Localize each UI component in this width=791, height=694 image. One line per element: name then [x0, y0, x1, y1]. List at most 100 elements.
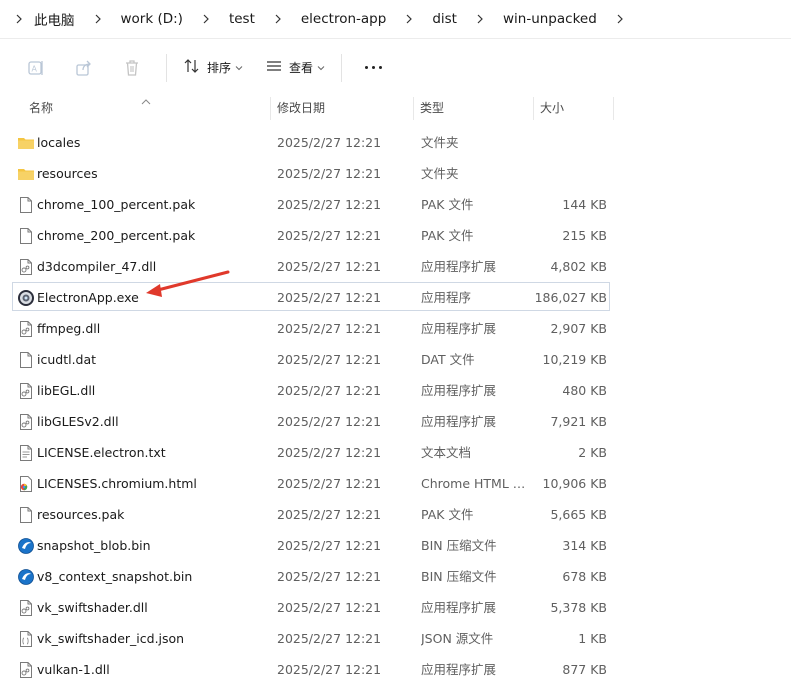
text-file-icon: [17, 444, 35, 462]
delete-icon[interactable]: [118, 54, 146, 82]
column-divider[interactable]: [270, 97, 271, 120]
file-name: LICENSE.electron.txt: [37, 445, 166, 460]
file-date-modified: 2025/2/27 12:21: [277, 321, 382, 336]
more-options-button[interactable]: [356, 53, 390, 83]
file-row[interactable]: d3dcompiler_47.dll 2025/2/27 12:21 应用程序扩展 4…: [12, 251, 610, 280]
bin-icon: [17, 568, 35, 586]
file-type: 应用程序扩展: [421, 600, 497, 615]
dll-icon: [17, 661, 35, 679]
view-list-icon: [265, 57, 283, 78]
file-row[interactable]: resources 2025/2/27 12:21 文件夹: [12, 158, 610, 187]
file-row[interactable]: libGLESv2.dll 2025/2/27 12:21 应用程序扩展 7,921 …: [12, 406, 610, 435]
breadcrumb-item-this-pc[interactable]: 此电脑: [34, 9, 75, 29]
sort-icon: [183, 57, 201, 78]
file-row[interactable]: vulkan-1.dll 2025/2/27 12:21 应用程序扩展 877 KB: [12, 654, 610, 683]
column-header-name[interactable]: 名称: [29, 95, 53, 122]
file-name: snapshot_blob.bin: [37, 538, 151, 553]
file-size: 678 KB: [562, 569, 607, 584]
column-header-type[interactable]: 类型: [420, 95, 444, 122]
file-name: locales: [37, 135, 81, 150]
chevron-down-icon: [317, 61, 325, 75]
chevron-right-icon[interactable]: [271, 12, 285, 26]
view-button[interactable]: 查看: [259, 53, 331, 83]
file-row[interactable]: ffmpeg.dll 2025/2/27 12:21 应用程序扩展 2,907 KB: [12, 313, 610, 342]
folder-icon: [17, 134, 35, 152]
chevron-right-icon[interactable]: [402, 12, 416, 26]
column-headers: 名称 修改日期 类型 大小: [0, 95, 791, 122]
column-divider[interactable]: [413, 97, 414, 120]
file-row[interactable]: ElectronApp.exe 2025/2/27 12:21 应用程序 186,02…: [12, 282, 610, 311]
file-size: 314 KB: [562, 538, 607, 553]
file-date-modified: 2025/2/27 12:21: [277, 135, 382, 150]
file-size: 10,906 KB: [542, 476, 607, 491]
breadcrumb-item-drive[interactable]: work (D:): [121, 11, 183, 27]
column-divider[interactable]: [533, 97, 534, 120]
file-name: resources.pak: [37, 507, 125, 522]
file-name: v8_context_snapshot.bin: [37, 569, 193, 584]
column-divider[interactable]: [613, 97, 614, 120]
file-date-modified: 2025/2/27 12:21: [277, 290, 382, 305]
share-icon[interactable]: [70, 54, 98, 82]
file-date-modified: 2025/2/27 12:21: [277, 507, 382, 522]
file-row[interactable]: LICENSES.chromium.html 2025/2/27 12:21 Chr…: [12, 468, 610, 497]
chevron-right-icon[interactable]: [12, 12, 26, 26]
file-type: 应用程序: [421, 290, 472, 305]
electron-app-icon: [17, 289, 35, 307]
rename-icon[interactable]: A: [22, 54, 50, 82]
file-name: vulkan-1.dll: [37, 662, 110, 677]
file-date-modified: 2025/2/27 12:21: [277, 445, 382, 460]
dll-icon: [17, 258, 35, 276]
chevron-right-icon[interactable]: [91, 12, 105, 26]
file-row[interactable]: vk_swiftshader_icd.json 2025/2/27 12:21 JS…: [12, 623, 610, 652]
breadcrumb-item-win-unpacked[interactable]: win-unpacked: [503, 11, 597, 27]
file-type: BIN 压缩文件: [421, 569, 497, 584]
file-date-modified: 2025/2/27 12:21: [277, 600, 382, 615]
breadcrumb-item-electron-app[interactable]: electron-app: [301, 11, 386, 27]
sort-button[interactable]: 排序: [177, 53, 249, 83]
dll-icon: [17, 599, 35, 617]
file-date-modified: 2025/2/27 12:21: [277, 259, 382, 274]
file-size: 5,378 KB: [550, 600, 607, 615]
file-date-modified: 2025/2/27 12:21: [277, 538, 382, 553]
file-name: vk_swiftshader_icd.json: [37, 631, 185, 646]
file-row[interactable]: v8_context_snapshot.bin 2025/2/27 12:21 BI…: [12, 561, 610, 590]
file-date-modified: 2025/2/27 12:21: [277, 569, 382, 584]
sort-label: 排序: [207, 61, 232, 75]
file-row[interactable]: chrome_200_percent.pak 2025/2/27 12:21 PAK…: [12, 220, 610, 249]
divider: [341, 53, 343, 82]
breadcrumb-item-test[interactable]: test: [229, 11, 255, 27]
file-size: 4,802 KB: [550, 259, 607, 274]
column-header-date[interactable]: 修改日期: [277, 95, 325, 122]
file-date-modified: 2025/2/27 12:21: [277, 476, 382, 491]
file-type: JSON 源文件: [421, 631, 494, 646]
command-bar: A 排序 查看: [0, 40, 791, 95]
file-date-modified: 2025/2/27 12:21: [277, 228, 382, 243]
file-size: 877 KB: [562, 662, 607, 677]
file-date-modified: 2025/2/27 12:21: [277, 631, 382, 646]
breadcrumb-item-dist[interactable]: dist: [432, 11, 457, 27]
view-label: 查看: [289, 61, 314, 75]
file-icon: [17, 351, 35, 369]
file-icon: [17, 227, 35, 245]
file-row[interactable]: vk_swiftshader.dll 2025/2/27 12:21 应用程序扩展 5…: [12, 592, 610, 621]
file-size: 10,219 KB: [542, 352, 607, 367]
file-date-modified: 2025/2/27 12:21: [277, 197, 382, 212]
breadcrumb: 此电脑 work (D:) test electron-app dist win…: [0, 0, 791, 38]
file-row[interactable]: resources.pak 2025/2/27 12:21 PAK 文件 5,665 …: [12, 499, 610, 528]
dll-icon: [17, 382, 35, 400]
file-row[interactable]: libEGL.dll 2025/2/27 12:21 应用程序扩展 480 KB: [12, 375, 610, 404]
column-header-size[interactable]: 大小: [540, 95, 564, 122]
file-date-modified: 2025/2/27 12:21: [277, 662, 382, 677]
chevron-right-icon[interactable]: [199, 12, 213, 26]
file-type: BIN 压缩文件: [421, 538, 497, 553]
chevron-right-icon[interactable]: [473, 12, 487, 26]
file-row[interactable]: locales 2025/2/27 12:21 文件夹: [12, 127, 610, 156]
file-size: 7,921 KB: [550, 414, 607, 429]
file-row[interactable]: snapshot_blob.bin 2025/2/27 12:21 BIN 压缩文件…: [12, 530, 610, 559]
file-row[interactable]: icudtl.dat 2025/2/27 12:21 DAT 文件 10,219 KB: [12, 344, 610, 373]
file-size: 2,907 KB: [550, 321, 607, 336]
file-row[interactable]: LICENSE.electron.txt 2025/2/27 12:21 文本文档 2…: [12, 437, 610, 466]
file-row[interactable]: chrome_100_percent.pak 2025/2/27 12:21 PAK…: [12, 189, 610, 218]
chevron-right-icon[interactable]: [613, 12, 627, 26]
more-icon: [363, 66, 384, 69]
